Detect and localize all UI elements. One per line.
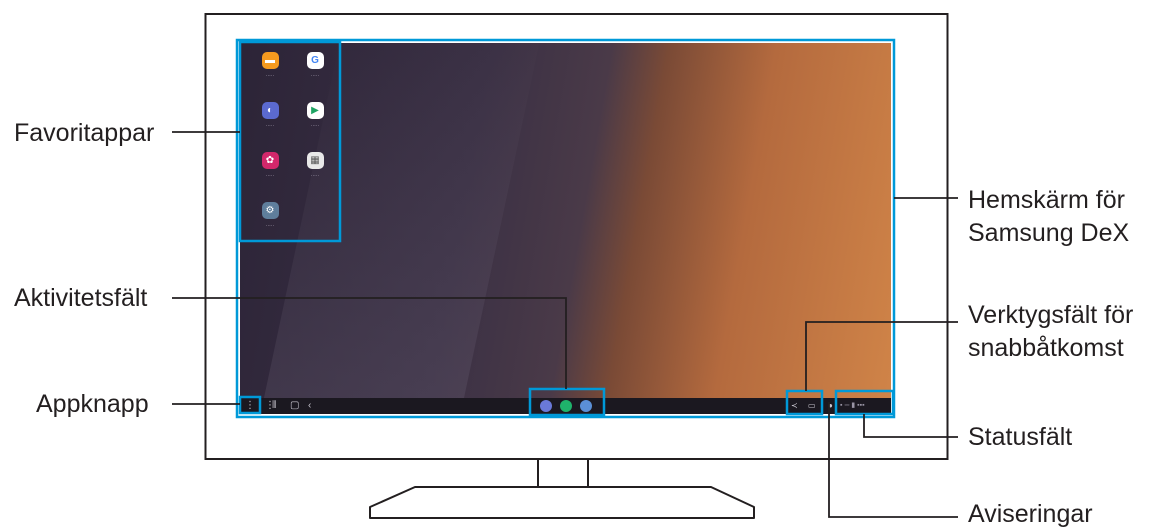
label-favorite-apps: Favoritappar xyxy=(14,119,155,147)
label-home-screen-line1: Hemskärm för xyxy=(968,186,1125,214)
label-home-screen: Hemskärm för Samsung DeX xyxy=(968,184,1129,250)
app-button-callout-box xyxy=(238,395,262,415)
taskbar-callout-box xyxy=(528,387,606,417)
label-quick-access-line1: Verktygsfält för xyxy=(968,301,1134,329)
quick-access-leader xyxy=(805,321,958,391)
quick-access-callout-box xyxy=(785,389,824,416)
label-quick-access-line2: snabbåtkomst xyxy=(968,334,1124,362)
label-taskbar: Aktivitetsfält xyxy=(14,284,148,312)
label-app-button: Appknapp xyxy=(36,390,149,418)
taskbar-leader xyxy=(172,297,567,389)
label-notifications: Aviseringar xyxy=(968,500,1093,528)
status-bar-callout-box xyxy=(834,389,895,416)
label-home-screen-line2: Samsung DeX xyxy=(968,219,1130,247)
notifications-leader xyxy=(828,402,958,518)
label-quick-access: Verktygsfält för snabbåtkomst xyxy=(968,299,1133,365)
favorite-apps-callout-box xyxy=(238,40,342,243)
label-status-bar: Statusfält xyxy=(968,423,1073,451)
